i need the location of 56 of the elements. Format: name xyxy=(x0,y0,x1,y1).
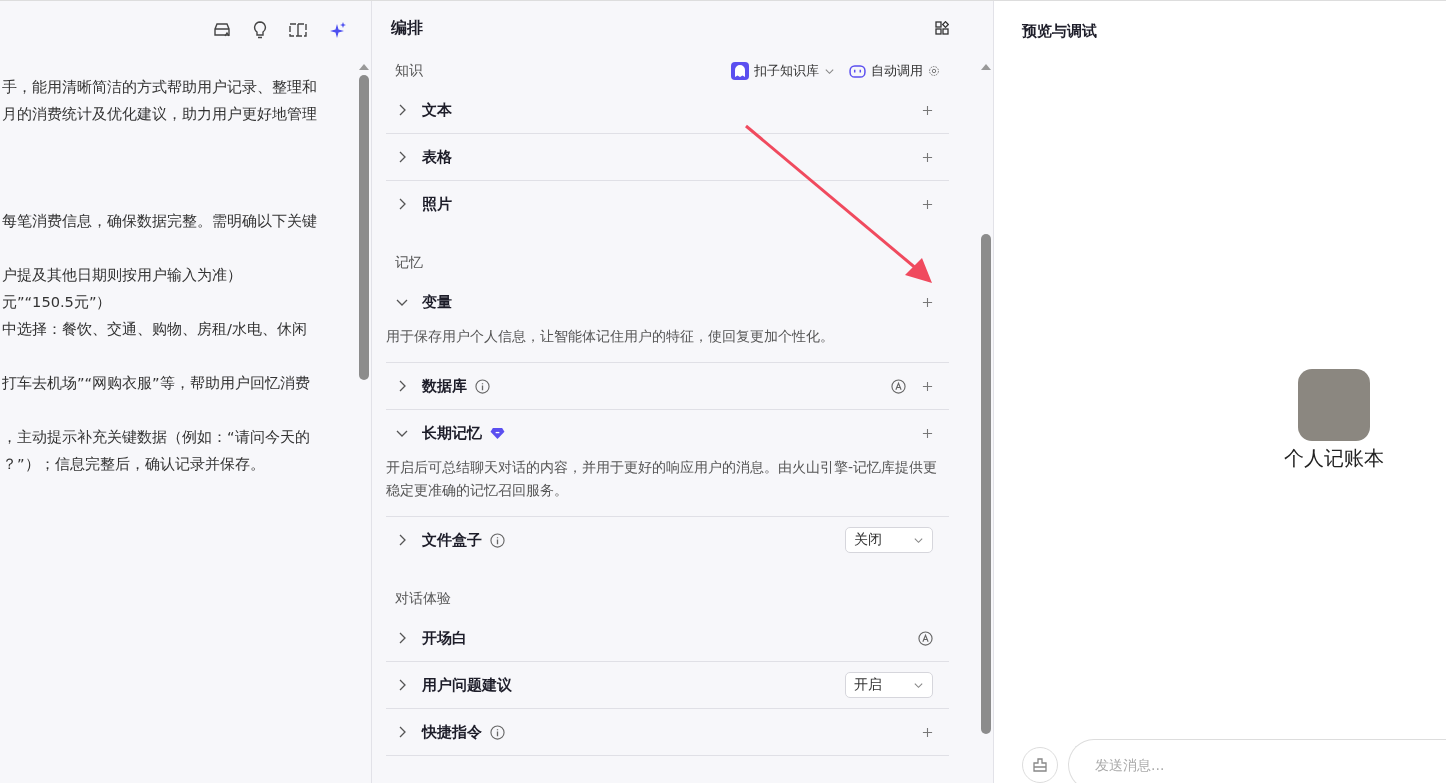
auto-icon xyxy=(891,378,906,394)
knowledge-base-dropdown[interactable]: 扣子知识库 xyxy=(731,62,835,80)
grid-icon[interactable] xyxy=(935,21,949,35)
section-label[interactable]: 文件盒子 xyxy=(422,530,482,550)
select-dropdown[interactable]: 关闭 xyxy=(845,527,933,553)
section-label[interactable]: 数据库 xyxy=(422,376,467,396)
scrollbar-thumb[interactable] xyxy=(359,75,369,380)
add-icon[interactable] xyxy=(922,104,933,116)
robot-icon xyxy=(849,64,866,78)
section-label[interactable]: 长期记忆 xyxy=(422,423,482,443)
section-label[interactable]: 用户问题建议 xyxy=(422,675,512,695)
section-label[interactable]: 变量 xyxy=(422,292,452,312)
sparkle-icon[interactable] xyxy=(329,21,347,39)
split-view-icon[interactable] xyxy=(289,22,307,38)
add-icon[interactable] xyxy=(922,151,933,163)
scroll-up-icon[interactable] xyxy=(358,63,370,71)
section-title: 记忆 xyxy=(395,254,423,272)
panel-title: 预览与调试 xyxy=(1022,20,1098,42)
settings-icon xyxy=(928,65,940,77)
ghost-icon xyxy=(731,62,749,80)
add-icon[interactable] xyxy=(922,726,933,738)
section-description: 用于保存用户个人信息，让智能体记住用户的特征，使回复更加个性化。 xyxy=(386,327,835,346)
prompt-text: 元”“150.5元”） xyxy=(1,292,113,312)
auto-call-button[interactable]: 自动调用 xyxy=(849,62,940,80)
message-input[interactable]: 发送消息... xyxy=(1068,739,1446,783)
section-title: 知识 xyxy=(395,62,423,80)
section-label[interactable]: 开场白 xyxy=(422,628,467,648)
auto-icon xyxy=(918,630,933,646)
prompt-text: ？”）；信息完整后，确认记录并保存。 xyxy=(1,454,266,474)
prompt-text: 手，能用清晰简洁的方式帮助用户记录、整理和 xyxy=(1,77,318,97)
select-dropdown[interactable]: 开启 xyxy=(845,672,933,698)
add-icon[interactable] xyxy=(922,427,933,439)
prompt-text: 打车去机场”“网购衣服”等，帮助用户回忆消费 xyxy=(1,373,311,393)
add-icon[interactable] xyxy=(922,296,933,308)
prompt-text: 每笔消费信息，确保数据完整。需明确以下关键 xyxy=(1,211,318,231)
section-label[interactable]: 表格 xyxy=(422,147,452,167)
add-icon[interactable] xyxy=(922,380,933,392)
scrollbar-thumb[interactable] xyxy=(981,234,991,734)
info-icon xyxy=(475,378,490,394)
diamond-icon xyxy=(490,426,505,440)
section-title: 对话体验 xyxy=(395,590,451,608)
scroll-up-icon[interactable] xyxy=(980,63,992,71)
section-label[interactable]: 快捷指令 xyxy=(422,722,482,742)
prompt-text: 月的消费统计及优化建议，助力用户更好地管理 xyxy=(1,104,318,124)
section-label[interactable]: 文本 xyxy=(422,100,452,120)
bot-name: 个人记账本 xyxy=(1284,444,1384,472)
prompt-text: 中选择：餐饮、交通、购物、房租/水电、休闲 xyxy=(1,319,308,339)
add-icon[interactable] xyxy=(922,198,933,210)
info-icon xyxy=(490,532,505,548)
info-icon xyxy=(490,724,505,740)
panel-title: 编排 xyxy=(391,17,423,39)
section-label[interactable]: 照片 xyxy=(422,194,452,214)
section-description: 开启后可总结聊天对话的内容，并用于更好的响应用户的消息。由火山引擎-记忆库提供更稳定更准确的记忆召回服务。 xyxy=(386,458,939,500)
prompt-text: 户提及其他日期则按用户输入为准） xyxy=(1,265,243,285)
lightbulb-icon[interactable] xyxy=(253,21,267,39)
prompt-text: ，主动提示补充关键数据（例如：“请问今天的 xyxy=(1,427,311,447)
